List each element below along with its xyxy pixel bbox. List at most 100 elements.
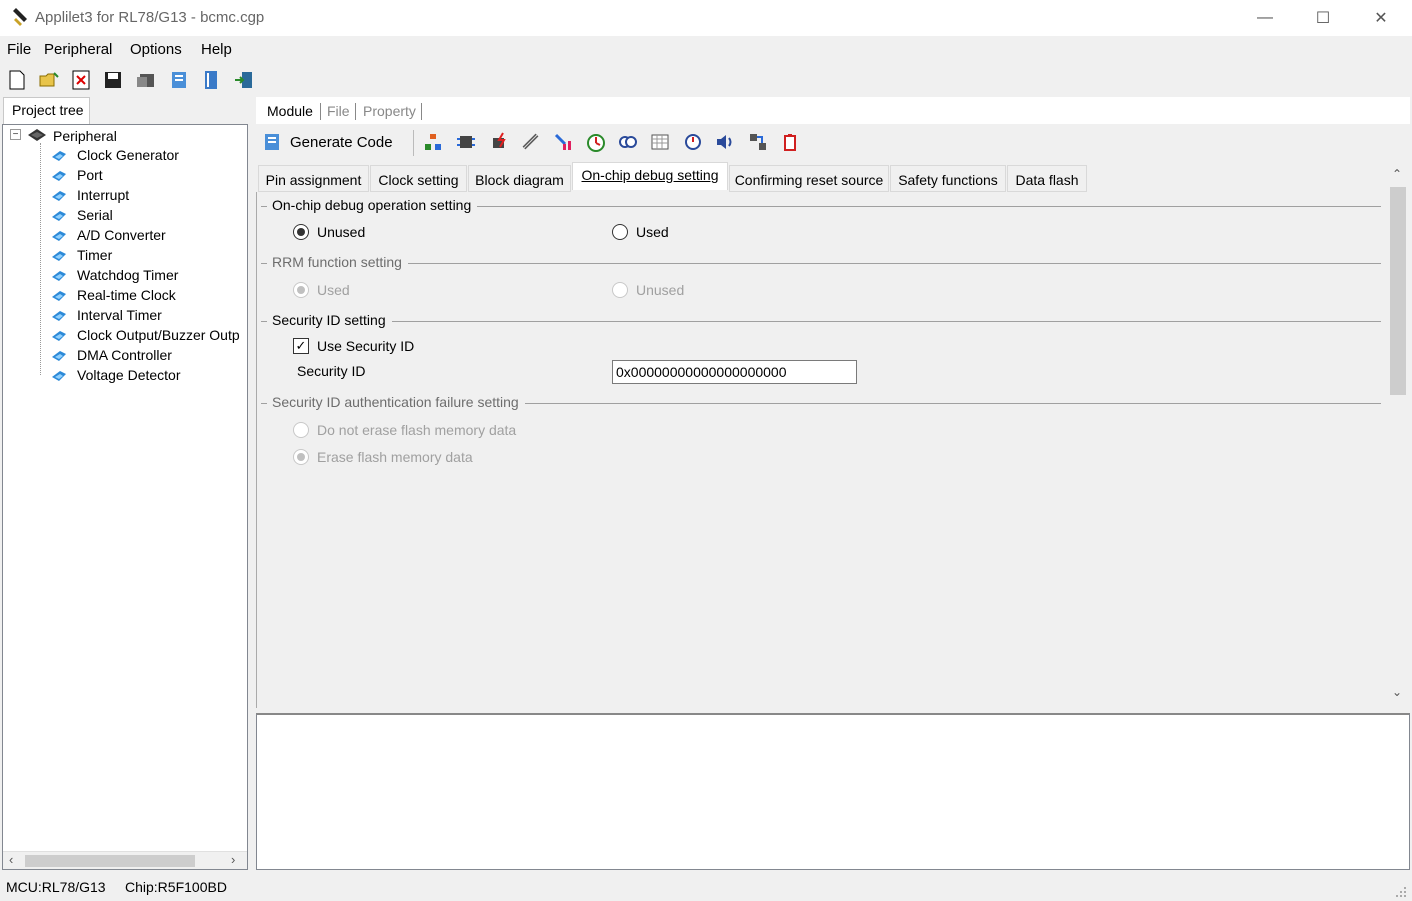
group-on-chip-debug: On-chip debug operation setting [261,197,1381,217]
tab-module[interactable]: Module [267,103,313,119]
tree-item-clock-output-buzzer[interactable]: Clock Output/Buzzer Outp [3,326,247,346]
radio-indicator [293,282,309,298]
status-mcu: MCU:RL78/G13 [6,879,106,895]
tab-pin-assignment[interactable]: Pin assignment [258,165,369,192]
timer-icon[interactable] [586,132,606,152]
tree-item-ad-converter[interactable]: A/D Converter [3,226,243,246]
tab-label: Confirming reset source [734,172,884,188]
tree-item-label: Clock Generator [77,147,179,163]
save-as-button[interactable] [134,68,158,92]
interval-timer-icon[interactable] [683,132,703,152]
tree-item-label: Timer [77,247,113,263]
tree-item-dma-controller[interactable]: DMA Controller [3,346,243,366]
tree-item-interval-timer[interactable]: Interval Timer [3,306,243,326]
voltage-detector-icon[interactable] [780,132,800,152]
chip-icon [28,129,46,141]
new-file-button[interactable] [5,68,29,92]
tree-item-label: Watchdog Timer [77,267,179,283]
open-button[interactable] [37,68,61,92]
dma-icon[interactable] [748,132,768,152]
tree-item-clock-generator[interactable]: Clock Generator [3,146,243,166]
tree-item-real-time-clock[interactable]: Real-time Clock [3,286,243,306]
output-panel[interactable] [256,713,1410,870]
tab-label: Pin assignment [265,172,362,188]
tab-property[interactable]: Property [363,103,416,119]
security-id-label: Security ID [297,363,366,379]
checkmark-icon: ✓ [293,338,309,354]
checkbox-use-security-id[interactable]: ✓ Use Security ID [293,338,414,354]
interrupt-icon[interactable] [489,132,509,152]
menu-options[interactable]: Options [130,41,182,58]
tree-item-label: Serial [77,207,113,223]
radio-label: Erase flash memory data [317,449,473,465]
tab-separator [355,103,356,120]
maximize-button[interactable]: ☐ [1294,0,1352,36]
menu-bar: File Peripheral Options Help [0,37,1412,63]
close-icon: ✕ [1374,10,1388,27]
radio-erase-flash: Erase flash memory data [293,449,473,465]
app-icon [13,8,27,26]
scroll-up-icon[interactable]: ⌃ [1392,167,1402,181]
scroll-thumb[interactable] [25,855,195,867]
security-id-input[interactable] [612,360,857,384]
minimize-button[interactable]: — [1236,0,1294,36]
tab-block-diagram[interactable]: Block diagram [468,165,571,192]
tree-root-peripheral[interactable]: Peripheral [53,128,117,146]
scroll-right-icon[interactable]: › [231,852,235,867]
radio-indicator [612,224,628,240]
tab-clock-setting[interactable]: Clock setting [370,165,467,192]
module-icon [52,351,66,361]
buzzer-icon[interactable] [715,132,735,152]
tree-item-interrupt[interactable]: Interrupt [3,186,243,206]
tab-safety-functions[interactable]: Safety functions [890,165,1006,192]
tree-item-watchdog-timer[interactable]: Watchdog Timer [3,266,243,286]
on-chip-debug-panel: On-chip debug operation setting Unused U… [256,192,1386,708]
radio-ocd-used[interactable]: Used [612,224,669,240]
clock-tree-icon[interactable] [423,132,443,152]
menu-file[interactable]: File [7,41,31,58]
radio-ocd-unused[interactable]: Unused [293,224,365,240]
module-icon [52,331,66,341]
save-button[interactable] [101,68,125,92]
radio-rrm-unused: Unused [612,282,684,298]
group-auth-failure: Security ID authentication failure setti… [261,394,1381,414]
export-button[interactable] [232,68,256,92]
generate-toolbar-button[interactable] [167,68,191,92]
serial-icon[interactable] [521,132,541,152]
tree-item-serial[interactable]: Serial [3,206,243,226]
resize-grip-icon[interactable] [1394,885,1408,899]
tab-project-tree[interactable]: Project tree [3,97,90,124]
rtc-icon[interactable] [650,132,670,152]
tree-horizontal-scrollbar[interactable]: ‹ › [3,851,247,869]
group-title: RRM function setting [267,254,408,270]
content-vertical-scrollbar[interactable]: ⌃ ⌄ [1387,165,1409,708]
tab-confirming-reset-source[interactable]: Confirming reset source [729,165,889,192]
toolbar-separator [413,130,414,156]
tree-item-label: A/D Converter [77,227,166,243]
tab-on-chip-debug-setting[interactable]: On-chip debug setting [572,162,728,190]
port-icon[interactable] [456,132,476,152]
tab-data-flash[interactable]: Data flash [1007,165,1087,192]
new-file-icon [9,70,25,90]
watchdog-icon[interactable] [618,132,638,152]
menu-help[interactable]: Help [201,41,232,58]
tree-item-port[interactable]: Port [3,166,243,186]
scroll-left-icon[interactable]: ‹ [9,852,13,867]
status-bar: MCU:RL78/G13 Chip:R5F100BD [0,873,1412,901]
module-icon [52,271,66,281]
tab-file[interactable]: File [327,103,350,119]
tree-item-label: Clock Output/Buzzer Outp [77,327,240,343]
tree-item-timer[interactable]: Timer [3,246,243,266]
tree-collapse-toggle[interactable]: − [10,129,21,140]
generate-code-button[interactable]: Generate Code [262,130,393,154]
ad-converter-icon[interactable] [553,132,573,152]
group-divider [261,321,1381,322]
close-project-button[interactable] [69,68,93,92]
manual-button[interactable] [199,68,223,92]
menu-peripheral[interactable]: Peripheral [44,41,112,58]
scroll-thumb[interactable] [1390,187,1406,395]
radio-label: Unused [636,282,685,298]
close-button[interactable]: ✕ [1352,0,1410,36]
tree-item-voltage-detector[interactable]: Voltage Detector [3,366,243,386]
scroll-down-icon[interactable]: ⌄ [1392,685,1402,699]
